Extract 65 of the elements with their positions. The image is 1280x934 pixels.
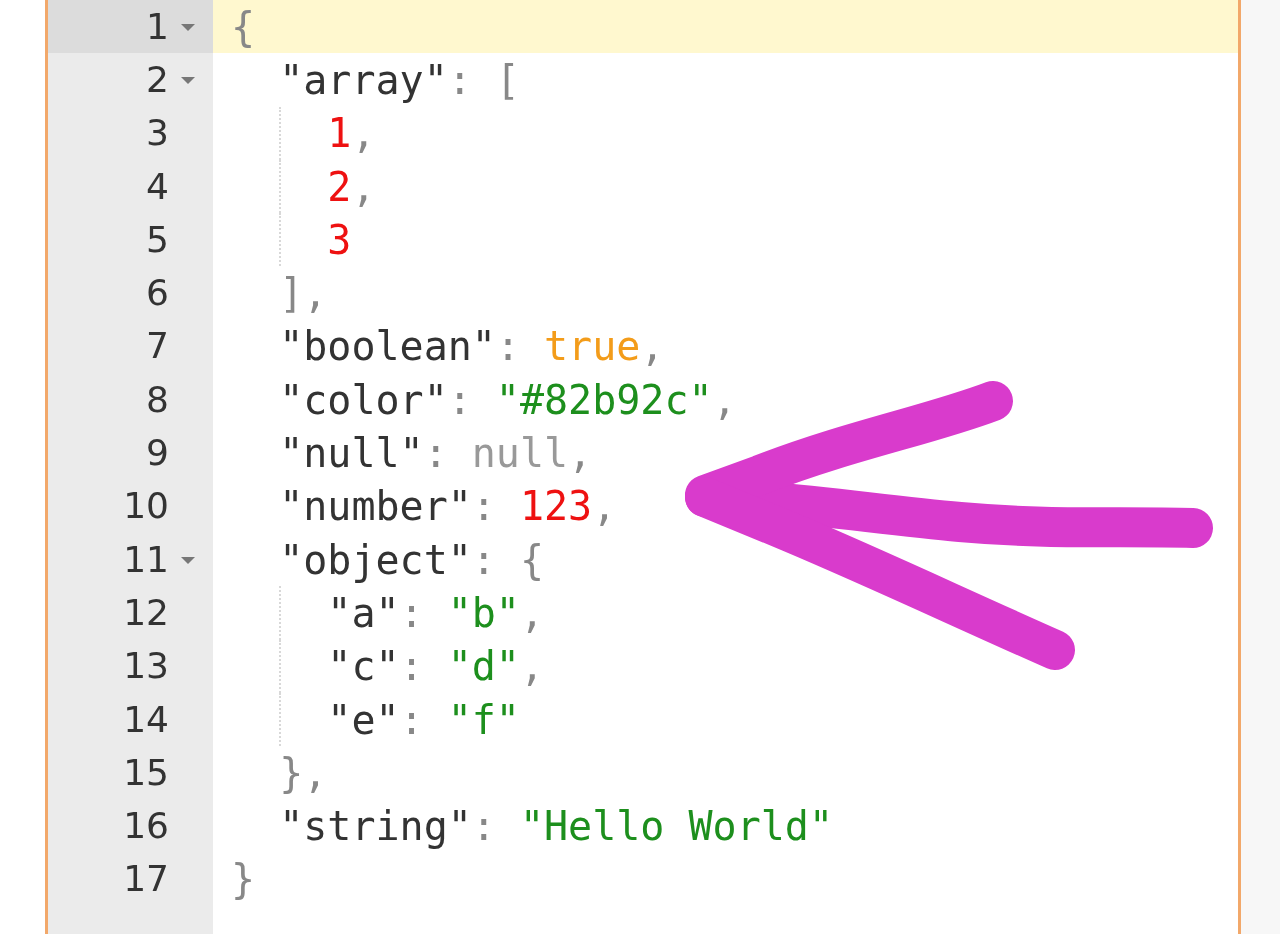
line-number: 7 [146,328,169,365]
line-number: 12 [123,594,169,631]
punctuation: { [519,536,544,583]
line-number: 13 [123,648,169,685]
line-number: 5 [146,221,169,258]
punctuation: : [447,56,472,103]
json-key: "a" [327,589,400,636]
punctuation: [ [495,56,520,103]
json-key: "boolean" [279,323,496,370]
json-key: "string" [279,803,472,850]
json-key: "e" [327,696,400,743]
punctuation: , [592,483,617,530]
punctuation: , [640,323,665,370]
null-value: null [471,430,569,476]
line-number: 1 [146,8,169,45]
json-key: "number" [279,483,472,530]
json-key: "color" [279,376,448,423]
fold-caret-icon[interactable] [181,554,195,565]
punctuation: , [351,110,376,157]
punctuation: : [399,696,424,743]
line-number: 9 [146,435,169,471]
line-number: 2 [146,61,169,98]
fold-caret-icon[interactable] [181,21,195,32]
punctuation: , [712,376,737,423]
punctuation: } [231,856,256,903]
line-number: 6 [146,275,169,312]
number-value: 1 [327,110,352,157]
punctuation: : [495,323,520,370]
line-number: 10 [123,488,169,525]
string-value: "d" [447,643,520,690]
number-value: 123 [519,483,593,530]
line-number: 4 [146,168,169,205]
line-number: 8 [146,381,169,418]
punctuation: ], [279,270,328,317]
json-key: "null" [279,430,424,476]
line-number: 14 [123,701,169,738]
number-value: 3 [327,216,352,263]
line-number: 15 [123,754,169,791]
string-value: "Hello World" [519,803,833,850]
punctuation: : [399,643,424,690]
json-key: "array" [279,56,448,103]
punctuation: , [519,589,544,636]
punctuation: , [351,163,376,210]
line-number: 17 [123,861,169,898]
line-number: 16 [123,808,169,845]
json-key: "c" [327,643,400,690]
punctuation: : [471,803,496,850]
string-value: "b" [447,589,520,636]
punctuation: }, [279,749,328,796]
punctuation: , [519,643,544,690]
punctuation: : [399,589,424,636]
punctuation: { [231,3,256,50]
boolean-value: true [544,323,641,370]
string-value: "f" [447,696,520,743]
punctuation: : [423,430,448,476]
json-key: "object" [279,536,472,583]
punctuation: : [471,536,496,583]
punctuation: : [471,483,496,530]
number-value: 2 [327,163,352,210]
punctuation: , [568,430,593,476]
fold-caret-icon[interactable] [181,74,195,85]
line-number: 3 [146,115,169,152]
line-number: 11 [123,541,169,578]
punctuation: : [447,376,472,423]
string-value: "#82b92c" [495,376,713,423]
